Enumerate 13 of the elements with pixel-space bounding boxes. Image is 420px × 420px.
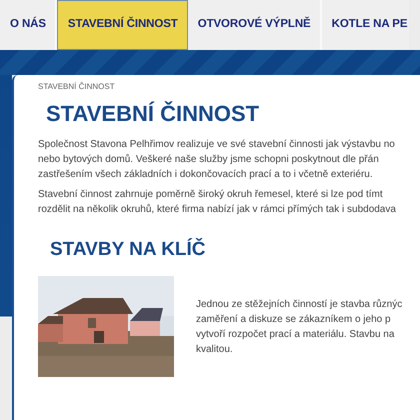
paragraph-line: zaměření a diskuze se zákazníkem o jeho p bbox=[196, 312, 392, 327]
paragraph-line: Společnost Stavona Pelhřimov realizuje ve své stavební činnosti jak výstavbu no bbox=[38, 138, 396, 152]
paragraph-line: vytvoří rozpočet prací a materiálu. Stavbu na bbox=[196, 328, 396, 342]
page-title: STAVEBNÍ ČINNOST bbox=[46, 101, 260, 128]
paragraph-line: Stavební činnost zahrnuje poměrně široký okruh řemesel, které si lze pod tímt bbox=[38, 188, 384, 202]
paragraph-line: Jednou ze stěžejních činností je stavba různýc bbox=[196, 298, 402, 312]
breadcrumb[interactable]: STAVEBNÍ ČINNOST bbox=[38, 81, 420, 93]
paragraph-line: nebo bytových domů. Veškeré naše služby jsme schopni poskytnout dle přán bbox=[38, 153, 380, 168]
paragraph-line: kvalitou. bbox=[196, 342, 234, 357]
section-title: STAVBY NA KLÍČ bbox=[50, 239, 207, 262]
nav-tab[interactable]: STAVEBNÍ ČINNOST bbox=[56, 0, 188, 50]
paragraph-line: rozdělit na několik okruhů, které firma nabízí jak v rámci přímých tak i subdodava bbox=[38, 203, 397, 218]
paragraph-line: zastřešením všech základních i dokončovacích prací a to i včetně exteriéru. bbox=[38, 168, 374, 182]
